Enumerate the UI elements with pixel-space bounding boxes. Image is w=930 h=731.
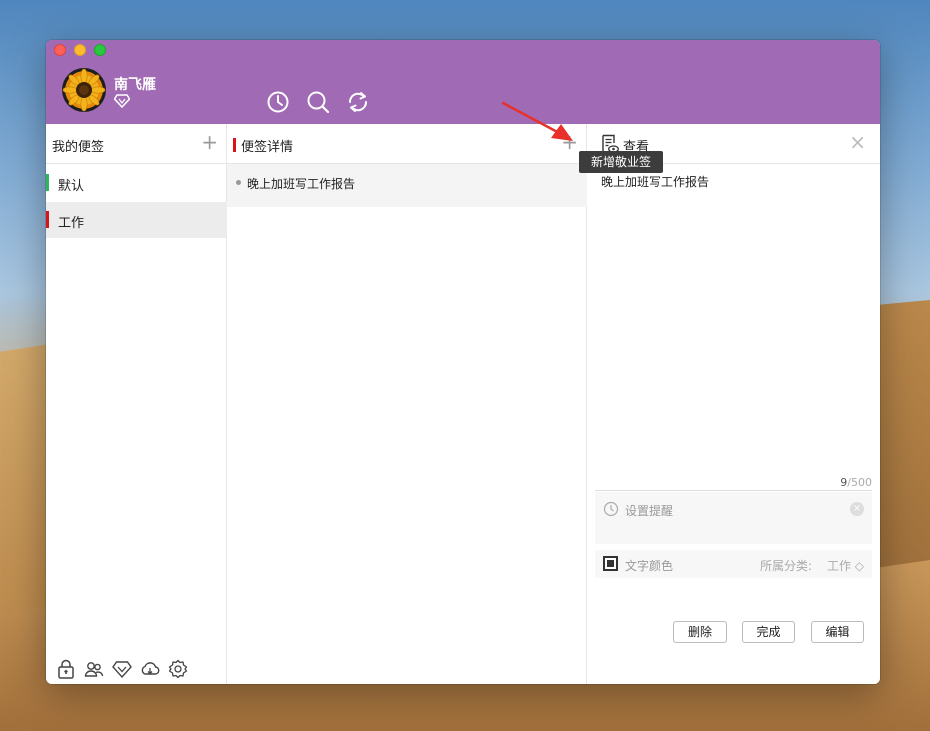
- group-icon[interactable]: [84, 659, 104, 679]
- avatar[interactable]: [62, 68, 106, 112]
- category-color-bar: [46, 211, 49, 228]
- reminder-label: 设置提醒: [625, 504, 674, 518]
- note-title: 晚上加班写工作报告: [247, 177, 356, 191]
- category-header: 我的便签 +: [46, 124, 226, 164]
- text-color-row: 文字颜色 所属分类: 工作 ◇: [595, 550, 872, 578]
- text-color-swatch[interactable]: [603, 556, 618, 571]
- search-icon[interactable]: [306, 90, 330, 114]
- notes-panel: 便签详情 + 晚上加班写工作报告: [227, 124, 587, 684]
- text-color-label: 文字颜色: [625, 559, 674, 573]
- settings-icon[interactable]: [168, 659, 188, 679]
- bottom-toolbar: [56, 659, 188, 679]
- clear-reminder-icon[interactable]: ×: [850, 502, 864, 516]
- category-item-default[interactable]: 默认: [46, 165, 227, 201]
- add-note-tooltip: 新增敬业签: [579, 151, 663, 173]
- sunflower-icon: [62, 68, 106, 112]
- note-bullet: [236, 180, 241, 185]
- notes-title-marker: [233, 138, 236, 152]
- category-label: 工作: [58, 216, 85, 231]
- red-arrow-annotation: [501, 101, 573, 141]
- done-button[interactable]: 完成: [742, 621, 795, 643]
- cloud-icon[interactable]: [140, 659, 160, 679]
- clock-icon[interactable]: [266, 90, 290, 114]
- sync-icon[interactable]: [346, 90, 370, 114]
- clock-icon: [603, 501, 619, 517]
- close-window-button[interactable]: [54, 44, 66, 56]
- maximize-window-button[interactable]: [94, 44, 106, 56]
- category-field-label: 所属分类:: [759, 559, 812, 573]
- category-label: 默认: [58, 179, 85, 194]
- edit-button[interactable]: 编辑: [811, 621, 864, 643]
- username: 南飞雁: [114, 77, 156, 93]
- notes-title: 便签详情: [241, 140, 294, 155]
- vip-diamond-icon[interactable]: [112, 659, 132, 679]
- detail-panel: 查看 × 晚上加班写工作报告 9/500 设置提醒 × 文字颜色 所属分类: 工…: [587, 124, 880, 684]
- top-toolbar: [266, 90, 370, 114]
- minimize-window-button[interactable]: [74, 44, 86, 56]
- title-bar: 南飞雁: [46, 40, 880, 124]
- char-limit: /500: [847, 476, 872, 489]
- note-list-item[interactable]: 晚上加班写工作报告: [227, 164, 587, 207]
- lock-icon[interactable]: [56, 659, 76, 679]
- category-select[interactable]: 工作 ◇: [827, 557, 864, 574]
- category-panel: 我的便签 + 默认 工作: [46, 124, 227, 684]
- category-item-work[interactable]: 工作: [46, 202, 227, 238]
- note-content[interactable]: 晚上加班写工作报告: [601, 173, 709, 190]
- category-color-bar: [46, 174, 49, 191]
- set-reminder-row[interactable]: 设置提醒 ×: [595, 492, 872, 544]
- delete-button[interactable]: 删除: [673, 621, 727, 643]
- category-title: 我的便签: [52, 140, 105, 155]
- app-window: 南飞雁 我的便签 + 默认 工作 便签详情 + 晚上加班写工作报告 新增敬业签 …: [46, 40, 880, 684]
- divider: [595, 490, 872, 491]
- char-counter: 9/500: [840, 476, 872, 489]
- close-detail-button[interactable]: ×: [849, 132, 866, 152]
- add-category-button[interactable]: +: [201, 132, 218, 152]
- diamond-icon[interactable]: [114, 94, 130, 108]
